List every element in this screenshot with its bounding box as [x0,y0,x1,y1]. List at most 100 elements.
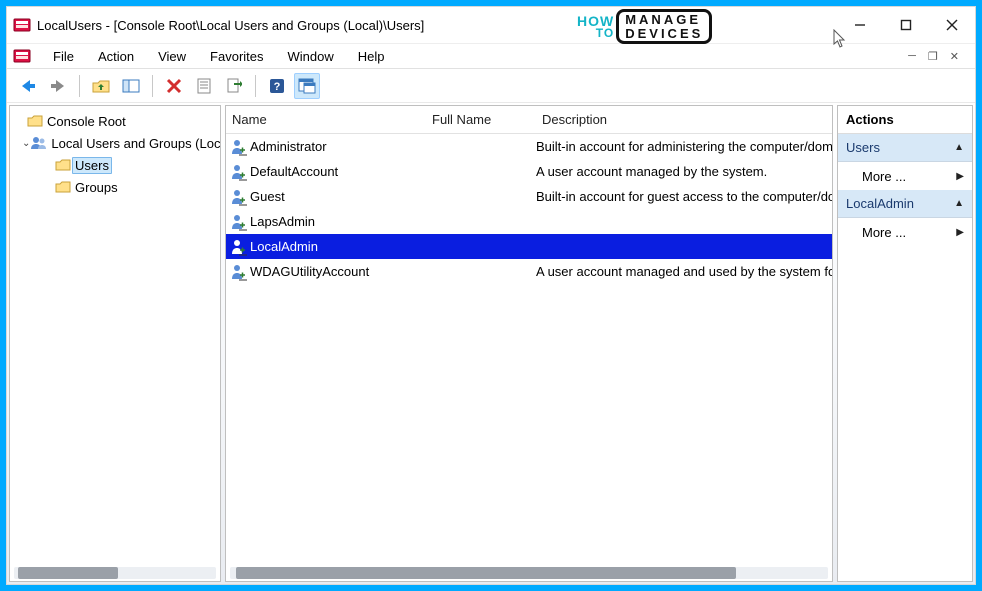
folder-icon [54,158,72,172]
tree-label: Console Root [44,113,129,130]
header-name[interactable]: Name [226,112,426,127]
cell-description: Built-in account for administering the c… [536,139,832,154]
mmc-body: Console Root ⌄ Local Users and Groups (L… [7,103,975,584]
toolbar-separator [255,75,256,97]
cell-name: WDAGUtilityAccount [248,264,426,279]
up-folder-button[interactable] [88,73,114,99]
forward-button[interactable] [45,73,71,99]
tree-scrollbar[interactable] [14,567,216,579]
actions-more-label: More ... [862,225,906,240]
window-title: LocalUsers - [Console Root\Local Users a… [37,18,424,33]
menubar: File Action View Favorites Window Help ─… [7,43,975,69]
scrollbar-thumb[interactable] [236,567,736,579]
users-groups-icon [30,135,48,151]
new-window-button[interactable] [294,73,320,99]
tree-users[interactable]: Users [12,154,218,176]
cell-name: LocalAdmin [248,239,426,254]
cell-name: Guest [248,189,426,204]
actions-group-label: Users [846,140,880,155]
menu-action[interactable]: Action [86,46,146,67]
menu-window[interactable]: Window [276,46,346,67]
cell-description: A user account managed by the system. [536,164,832,179]
tree-label: Users [72,157,112,174]
list-row[interactable]: LapsAdmin [226,209,832,234]
logo-to: TO [596,28,614,39]
tree-label: Groups [72,179,121,196]
mdi-controls: ─ ❐ ✕ [906,48,969,65]
tree-groups[interactable]: Groups [12,176,218,198]
delete-button[interactable] [161,73,187,99]
howtomanagedevices-logo: HOW TO MANAGE DEVICES [577,9,712,44]
list-row[interactable]: WDAGUtilityAccount A user account managed… [226,259,832,284]
export-list-button[interactable] [221,73,247,99]
submenu-icon: ▶ [956,227,964,238]
cell-name: LapsAdmin [248,214,426,229]
user-icon [226,238,248,256]
header-description[interactable]: Description [536,112,832,127]
collapse-icon[interactable]: ▲ [954,142,964,153]
list-row[interactable]: Guest Built-in account for guest access t… [226,184,832,209]
cell-name: Administrator [248,139,426,154]
show-hide-tree-button[interactable] [118,73,144,99]
menu-help[interactable]: Help [346,46,397,67]
actions-header: Actions [838,106,972,134]
help-button[interactable]: ? [264,73,290,99]
menu-view[interactable]: View [146,46,198,67]
actions-more-label: More ... [862,169,906,184]
list-body: Administrator Built-in account for admini… [226,134,832,581]
actions-more-users[interactable]: More ... ▶ [838,162,972,190]
list-row[interactable]: LocalAdmin [226,234,832,259]
mmc-window: HOW TO MANAGE DEVICES LocalUsers - [Cons… [6,6,976,585]
mdi-restore[interactable]: ❐ [926,48,940,65]
toolbar-separator [152,75,153,97]
minimize-button[interactable] [837,7,883,43]
actions-group-label: LocalAdmin [846,196,914,211]
mdi-close[interactable]: ✕ [948,48,961,65]
cell-description: A user account managed and used by the s… [536,264,832,279]
console-tree[interactable]: Console Root ⌄ Local Users and Groups (L… [9,105,221,582]
actions-pane: Actions Users ▲ More ... ▶ LocalAdmin ▲ … [837,105,973,582]
collapse-icon[interactable]: ▲ [954,198,964,209]
maximize-button[interactable] [883,7,929,43]
actions-more-localadmin[interactable]: More ... ▶ [838,218,972,246]
list-scrollbar[interactable] [230,567,828,579]
titlebar[interactable]: LocalUsers - [Console Root\Local Users a… [7,7,975,43]
scrollbar-thumb[interactable] [18,567,118,579]
back-button[interactable] [15,73,41,99]
user-icon [226,213,248,231]
svg-text:?: ? [274,81,281,93]
user-icon [226,163,248,181]
cell-name: DefaultAccount [248,164,426,179]
logo-howto: HOW TO [577,15,614,38]
actions-group-users[interactable]: Users ▲ [838,134,972,162]
user-icon [226,188,248,206]
properties-button[interactable] [191,73,217,99]
close-button[interactable] [929,7,975,43]
user-icon [226,138,248,156]
mmc-app-icon [13,16,31,34]
cell-description: Built-in account for guest access to the… [536,189,832,204]
logo-line1: MANAGE [625,13,703,27]
user-icon [226,263,248,281]
mdi-minimize[interactable]: ─ [906,48,918,65]
list-row[interactable]: Administrator Built-in account for admini… [226,134,832,159]
toolbar: ? [7,69,975,103]
menu-file[interactable]: File [41,46,86,67]
list-row[interactable]: DefaultAccount A user account managed by … [226,159,832,184]
mmc-doc-icon [13,47,31,65]
menu-favorites[interactable]: Favorites [198,46,275,67]
folder-icon [54,180,72,194]
window-controls [837,7,975,43]
logo-box: MANAGE DEVICES [616,9,712,44]
tree-console-root[interactable]: Console Root [12,110,218,132]
tree-label: Local Users and Groups (Local) [48,135,221,152]
list-headers: Name Full Name Description [226,106,832,134]
header-fullname[interactable]: Full Name [426,112,536,127]
chevron-down-icon[interactable]: ⌄ [22,138,30,149]
logo-line2: DEVICES [625,27,703,41]
actions-group-localadmin[interactable]: LocalAdmin ▲ [838,190,972,218]
submenu-icon: ▶ [956,171,964,182]
user-list[interactable]: Name Full Name Description Administrator… [225,105,833,582]
folder-icon [26,114,44,128]
tree-local-users-groups[interactable]: ⌄ Local Users and Groups (Local) [12,132,218,154]
